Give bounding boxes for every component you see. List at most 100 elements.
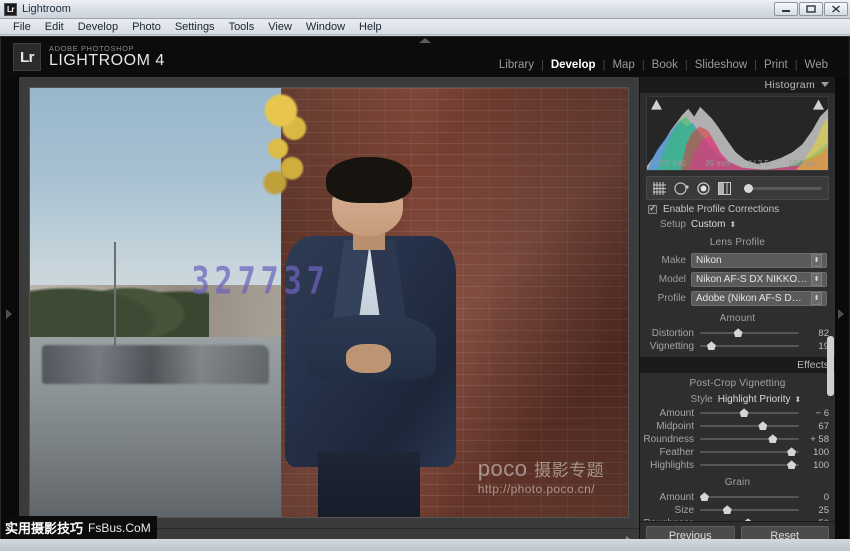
histogram-panel-header[interactable]: Histogram bbox=[640, 77, 835, 93]
right-panel-rail[interactable] bbox=[835, 77, 849, 550]
lightroom-logo-icon: Lr bbox=[13, 43, 41, 71]
vignette-amount-track[interactable] bbox=[700, 408, 799, 418]
lens-make-select[interactable]: Nikon ⬍ bbox=[691, 252, 827, 268]
lens-make-row: Make Nikon ⬍ bbox=[640, 251, 835, 270]
module-web[interactable]: Web bbox=[798, 59, 835, 71]
person-hair bbox=[326, 156, 412, 204]
module-develop[interactable]: Develop bbox=[544, 59, 603, 71]
vignette-amount-knob[interactable] bbox=[739, 408, 749, 418]
brush-slider-knob[interactable] bbox=[744, 183, 753, 193]
grain-roughness-knob[interactable] bbox=[743, 518, 753, 521]
vignette-feather-track[interactable] bbox=[700, 447, 799, 457]
right-panel-expand-arrow-icon[interactable] bbox=[838, 308, 844, 319]
distortion-slider-knob[interactable] bbox=[733, 328, 743, 338]
scene-parked-cars bbox=[41, 345, 270, 384]
module-book[interactable]: Book bbox=[645, 59, 685, 71]
right-panel-scrollbar[interactable] bbox=[827, 335, 834, 396]
module-slideshow[interactable]: Slideshow bbox=[688, 59, 754, 71]
menu-item-settings[interactable]: Settings bbox=[168, 19, 222, 35]
distortion-value[interactable]: 82 bbox=[799, 328, 829, 339]
menu-item-view[interactable]: View bbox=[261, 19, 299, 35]
red-eye-correction-icon[interactable] bbox=[697, 182, 710, 195]
dropdown-arrow-icon[interactable]: ⬍ bbox=[811, 291, 822, 305]
grain-amount-track[interactable] bbox=[699, 492, 799, 502]
vignette-midpoint-value[interactable]: 67 bbox=[799, 421, 829, 432]
histogram-graph[interactable]: ISO 640 35 mm f / 2.5 1/50 sec bbox=[646, 95, 829, 172]
dropdown-arrow-icon[interactable]: ⬍ bbox=[811, 253, 822, 267]
chevron-down-icon[interactable] bbox=[821, 82, 829, 88]
identity-plate[interactable]: Lr ADOBE PHOTOSHOP LIGHTROOM 4 bbox=[13, 43, 165, 71]
panel-scroll-area: Enable Profile Corrections Setup Custom … bbox=[640, 199, 835, 521]
lens-make-value: Nikon bbox=[696, 254, 722, 266]
menu-item-develop[interactable]: Develop bbox=[71, 19, 125, 35]
vignetting-value[interactable]: 19 bbox=[799, 341, 829, 352]
grain-amount-knob[interactable] bbox=[699, 492, 709, 502]
poco-chinese-text: 摄影专题 bbox=[534, 460, 605, 480]
grain-size-knob[interactable] bbox=[722, 505, 732, 515]
module-print[interactable]: Print bbox=[757, 59, 795, 71]
vignette-highlights-value[interactable]: 100 bbox=[799, 460, 829, 471]
vignetting-slider-row: Vignetting 19 bbox=[640, 340, 835, 353]
vignette-feather-value[interactable]: 100 bbox=[799, 447, 829, 458]
updown-arrows-icon: ⬍ bbox=[794, 394, 802, 404]
grain-roughness-value[interactable]: 50 bbox=[799, 518, 829, 521]
menu-item-photo[interactable]: Photo bbox=[125, 19, 168, 35]
poco-brand-text: poco bbox=[477, 455, 528, 481]
module-library[interactable]: Library bbox=[492, 59, 541, 71]
effects-panel-header[interactable]: Effects bbox=[640, 356, 835, 373]
crop-overlay-icon[interactable] bbox=[653, 181, 666, 195]
vignette-midpoint-label: Midpoint bbox=[656, 420, 694, 432]
vignette-amount-row: Amount − 6 bbox=[640, 407, 835, 420]
grain-amount-value[interactable]: 0 bbox=[799, 492, 829, 503]
left-panel-expand-arrow-icon[interactable] bbox=[6, 308, 12, 319]
menu-item-help[interactable]: Help bbox=[352, 19, 389, 35]
vignette-midpoint-track[interactable] bbox=[700, 421, 799, 431]
vignetting-slider-track[interactable] bbox=[700, 341, 799, 351]
vignette-style-dropdown[interactable]: Highlight Priority ⬍ bbox=[718, 394, 801, 405]
photo-frame[interactable]: 327737 poco 摄影专题 http://photo.poco.cn/ bbox=[29, 87, 629, 518]
vignette-feather-label: Feather bbox=[659, 446, 694, 458]
histogram-metadata: ISO 640 35 mm f / 2.5 1/50 sec bbox=[647, 159, 828, 168]
vignetting-slider-knob[interactable] bbox=[706, 341, 716, 351]
top-panel-collapse-arrow-icon[interactable] bbox=[419, 38, 431, 43]
vignette-roundness-knob[interactable] bbox=[768, 434, 778, 444]
grain-size-track[interactable] bbox=[700, 505, 799, 515]
lens-profile-label: Profile bbox=[657, 292, 686, 304]
minimize-button[interactable] bbox=[774, 2, 798, 16]
menu-item-file[interactable]: File bbox=[6, 19, 38, 35]
dropdown-arrow-icon[interactable]: ⬍ bbox=[811, 272, 822, 286]
vignette-feather-knob[interactable] bbox=[787, 447, 797, 457]
close-button[interactable] bbox=[824, 2, 848, 16]
vignette-highlights-knob[interactable] bbox=[787, 460, 797, 470]
vignette-amount-value[interactable]: − 6 bbox=[799, 408, 829, 419]
grain-roughness-label: Roughness bbox=[640, 518, 700, 521]
vignette-midpoint-knob[interactable] bbox=[758, 421, 768, 431]
os-bottom-strip bbox=[0, 539, 850, 551]
enable-profile-corrections-row[interactable]: Enable Profile Corrections bbox=[640, 200, 835, 217]
lens-model-select[interactable]: Nikon AF-S DX NIKKOR 35mm... ⬍ bbox=[691, 271, 827, 287]
lens-profile-select[interactable]: Adobe (Nikon AF-S DX NIKKO... ⬍ bbox=[691, 290, 827, 306]
adjustment-brush-size-slider[interactable] bbox=[744, 183, 822, 193]
distortion-slider-track[interactable] bbox=[700, 328, 799, 338]
grain-size-value[interactable]: 25 bbox=[799, 505, 829, 516]
lens-model-row: Model Nikon AF-S DX NIKKOR 35mm... ⬍ bbox=[640, 270, 835, 289]
vignette-highlights-track[interactable] bbox=[700, 460, 799, 470]
vignette-roundness-value[interactable]: + 58 bbox=[799, 434, 829, 445]
maximize-button[interactable] bbox=[799, 2, 823, 16]
left-panel-rail[interactable] bbox=[1, 77, 19, 550]
enable-profile-corrections-checkbox[interactable] bbox=[648, 203, 657, 214]
menu-item-window[interactable]: Window bbox=[299, 19, 352, 35]
post-crop-vignetting-heading: Post-Crop Vignetting bbox=[689, 377, 786, 389]
menu-item-tools[interactable]: Tools bbox=[222, 19, 262, 35]
module-map[interactable]: Map bbox=[605, 59, 641, 71]
poco-url-text: http://photo.poco.cn/ bbox=[477, 481, 595, 496]
spot-removal-icon[interactable] bbox=[674, 182, 689, 195]
photo-preview[interactable]: 327737 poco 摄影专题 http://photo.poco.cn/ bbox=[30, 88, 628, 517]
graduated-filter-icon[interactable] bbox=[718, 181, 732, 195]
lens-model-label: Model bbox=[658, 273, 686, 285]
menu-item-edit[interactable]: Edit bbox=[38, 19, 71, 35]
vignette-roundness-track[interactable] bbox=[700, 434, 799, 444]
setup-dropdown[interactable]: Custom ⬍ bbox=[691, 219, 736, 230]
site-watermark-en: FsBus.CoM bbox=[88, 520, 151, 535]
vignetting-label: Vignetting bbox=[649, 340, 694, 352]
